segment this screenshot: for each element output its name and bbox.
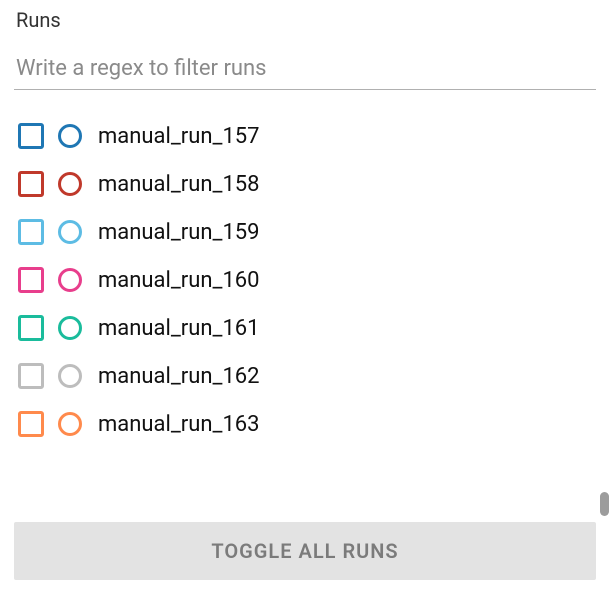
run-color-circle-icon[interactable] [58, 172, 82, 196]
runs-list: manual_run_157 manual_run_158 manual_run_1… [14, 112, 596, 448]
run-label[interactable]: manual_run_161 [98, 316, 260, 341]
filter-runs-input[interactable] [14, 50, 596, 90]
toggle-all-runs-button[interactable]: TOGGLE ALL RUNS [14, 522, 596, 580]
run-label[interactable]: manual_run_160 [98, 268, 260, 293]
toggle-all-runs-label: TOGGLE ALL RUNS [211, 539, 398, 563]
run-checkbox[interactable] [18, 411, 44, 437]
run-color-circle-icon[interactable] [58, 364, 82, 388]
run-row: manual_run_161 [18, 304, 596, 352]
run-color-circle-icon[interactable] [58, 268, 82, 292]
run-row: manual_run_160 [18, 256, 596, 304]
run-label[interactable]: manual_run_159 [98, 220, 260, 245]
run-color-circle-icon[interactable] [58, 124, 82, 148]
run-checkbox[interactable] [18, 123, 44, 149]
run-row: manual_run_159 [18, 208, 596, 256]
run-checkbox[interactable] [18, 267, 44, 293]
run-row: manual_run_162 [18, 352, 596, 400]
run-checkbox[interactable] [18, 315, 44, 341]
run-color-circle-icon[interactable] [58, 220, 82, 244]
scrollbar-thumb[interactable] [600, 492, 609, 516]
run-color-circle-icon[interactable] [58, 412, 82, 436]
run-row: manual_run_158 [18, 160, 596, 208]
run-checkbox[interactable] [18, 171, 44, 197]
run-label[interactable]: manual_run_157 [98, 124, 260, 149]
run-label[interactable]: manual_run_162 [98, 364, 260, 389]
run-color-circle-icon[interactable] [58, 316, 82, 340]
run-label[interactable]: manual_run_163 [98, 412, 260, 437]
run-row: manual_run_157 [18, 112, 596, 160]
run-checkbox[interactable] [18, 363, 44, 389]
panel-title: Runs [14, 8, 596, 32]
run-label[interactable]: manual_run_158 [98, 172, 260, 197]
run-row: manual_run_163 [18, 400, 596, 448]
run-checkbox[interactable] [18, 219, 44, 245]
